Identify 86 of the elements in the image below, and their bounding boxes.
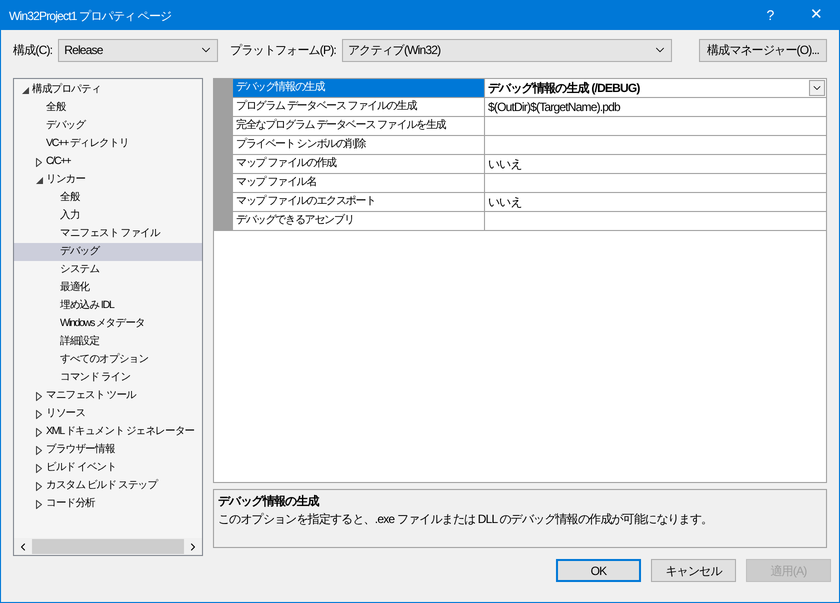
tree-item[interactable]: 構成プロパティ bbox=[14, 81, 202, 99]
tree-label: 全般 bbox=[60, 190, 80, 206]
property-value: $(OutDir)$(TargetName).pdb bbox=[487, 99, 622, 116]
tree-label: 構成プロパティ bbox=[32, 82, 101, 98]
property-name: マップ ファイルのエクスポート bbox=[233, 193, 485, 211]
tree-item[interactable]: コード分析 bbox=[14, 495, 202, 513]
property-name: マップ ファイルの作成 bbox=[233, 155, 485, 173]
tree-label: コマンド ライン bbox=[60, 370, 130, 386]
description-text: このオプションを指定すると、.exe ファイルまたは DLL のデバッグ情報の作成が可能になります。 bbox=[218, 510, 714, 528]
property-name: プライベート シンボルの削除 bbox=[233, 136, 485, 154]
tree-label: C/C++ bbox=[46, 154, 70, 170]
dialog-button[interactable]: キャンセル bbox=[651, 559, 736, 582]
tree-item[interactable]: コマンド ライン bbox=[14, 369, 202, 387]
tree-item[interactable]: XML ドキュメント ジェネレーター bbox=[14, 423, 202, 441]
horizontal-scrollbar[interactable] bbox=[14, 538, 202, 555]
dialog-button[interactable]: OK bbox=[556, 559, 641, 582]
property-row[interactable]: プライベート シンボルの削除 bbox=[233, 136, 826, 155]
property-value: デバッグ情報の生成 (/DEBUG) bbox=[487, 80, 641, 97]
tree-item[interactable]: すべてのオプション bbox=[14, 351, 202, 369]
property-value: いいえ bbox=[487, 194, 523, 211]
tree-label: カスタム ビルド ステップ bbox=[46, 478, 158, 494]
tree-item[interactable]: 埋め込み IDL bbox=[14, 297, 202, 315]
tree-label: システム bbox=[60, 262, 100, 278]
property-name: マップ ファイル名 bbox=[233, 174, 485, 192]
property-row[interactable]: デバッグできるアセンブリ bbox=[233, 212, 826, 231]
tree-item[interactable]: Windows メタデータ bbox=[14, 315, 202, 333]
tree-item[interactable]: カスタム ビルド ステップ bbox=[14, 477, 202, 495]
tree-item[interactable]: リソース bbox=[14, 405, 202, 423]
platform-dropdown[interactable]: アクティブ(Win32) bbox=[342, 38, 672, 62]
config-manager-button[interactable]: 構成マネージャー(O)... bbox=[699, 38, 827, 62]
property-row[interactable]: デバッグ情報の生成 デバッグ情報の生成 (/DEBUG) bbox=[233, 79, 826, 98]
tree-item[interactable]: 全般 bbox=[14, 99, 202, 117]
scroll-thumb[interactable] bbox=[32, 539, 184, 554]
property-name: デバッグできるアセンブリ bbox=[233, 212, 485, 230]
property-value: いいえ bbox=[487, 156, 523, 173]
tree-item[interactable]: VC++ ディレクトリ bbox=[14, 135, 202, 153]
close-button[interactable]: ✕ bbox=[793, 1, 839, 30]
tree-label: リソース bbox=[46, 406, 86, 422]
tree-label: デバッグ bbox=[60, 244, 100, 260]
expanded-arrow-icon[interactable] bbox=[22, 86, 28, 94]
tree-item[interactable]: C/C++ bbox=[14, 153, 202, 171]
config-dropdown[interactable]: Release bbox=[58, 38, 218, 62]
property-row[interactable]: マップ ファイルのエクスポート いいえ bbox=[233, 193, 826, 212]
tree-item[interactable]: 入力 bbox=[14, 207, 202, 225]
tree-label: 詳細設定 bbox=[60, 334, 100, 350]
tree-label: Windows メタデータ bbox=[60, 316, 145, 332]
tree-label: ブラウザー情報 bbox=[46, 442, 115, 458]
tree-item[interactable]: システム bbox=[14, 261, 202, 279]
tree-item[interactable]: マニフェスト ファイル bbox=[14, 225, 202, 243]
tree-item[interactable]: リンカー bbox=[14, 171, 202, 189]
tree-label: コード分析 bbox=[46, 496, 96, 512]
tree-label: デバッグ bbox=[46, 118, 86, 134]
tree-label: VC++ ディレクトリ bbox=[46, 136, 129, 152]
tree-label: XML ドキュメント ジェネレーター bbox=[46, 424, 194, 440]
tree-label: 最適化 bbox=[60, 280, 90, 296]
tree-item[interactable]: ブラウザー情報 bbox=[14, 441, 202, 459]
property-row[interactable]: プログラム データベース ファイルの生成 $(OutDir)$(TargetName).pdb bbox=[233, 98, 826, 117]
property-name: 完全なプログラム データベース ファイルを生成 bbox=[233, 117, 485, 135]
expanded-arrow-icon[interactable] bbox=[36, 176, 42, 184]
tree-label: すべてのオプション bbox=[60, 352, 148, 368]
property-row[interactable]: マップ ファイルの作成 いいえ bbox=[233, 155, 826, 174]
property-row[interactable]: マップ ファイル名 bbox=[233, 174, 826, 193]
tree-item[interactable]: デバッグ bbox=[14, 243, 202, 261]
tree-label: ビルド イベント bbox=[46, 460, 116, 476]
dropdown-button[interactable] bbox=[809, 80, 825, 96]
help-button[interactable]: ? bbox=[747, 1, 793, 30]
tree-item[interactable]: 全般 bbox=[14, 189, 202, 207]
tree-item[interactable]: マニフェスト ツール bbox=[14, 387, 202, 405]
tree-label: 埋め込み IDL bbox=[60, 298, 114, 314]
config-label: 構成(C): bbox=[13, 42, 52, 59]
tree-label: 入力 bbox=[60, 208, 80, 224]
tree-item[interactable]: 詳細設定 bbox=[14, 333, 202, 351]
property-name: デバッグ情報の生成 bbox=[233, 79, 485, 97]
tree-item[interactable]: 最適化 bbox=[14, 279, 202, 297]
platform-label: プラットフォーム(P): bbox=[230, 42, 336, 59]
property-row[interactable]: 完全なプログラム データベース ファイルを生成 bbox=[233, 117, 826, 136]
collapsed-arrow-icon[interactable] bbox=[36, 158, 42, 166]
tree-label: マニフェスト ファイル bbox=[60, 226, 160, 242]
window-title: Win32Project1 プロパティ ページ bbox=[8, 8, 172, 24]
tree-label: マニフェスト ツール bbox=[46, 388, 136, 404]
tree-label: リンカー bbox=[46, 172, 86, 188]
tree-item[interactable]: デバッグ bbox=[14, 117, 202, 135]
tree-item[interactable]: ビルド イベント bbox=[14, 459, 202, 477]
property-name: プログラム データベース ファイルの生成 bbox=[233, 98, 485, 116]
description-title: デバッグ情報の生成 bbox=[218, 492, 320, 510]
tree-label: 全般 bbox=[46, 100, 66, 116]
